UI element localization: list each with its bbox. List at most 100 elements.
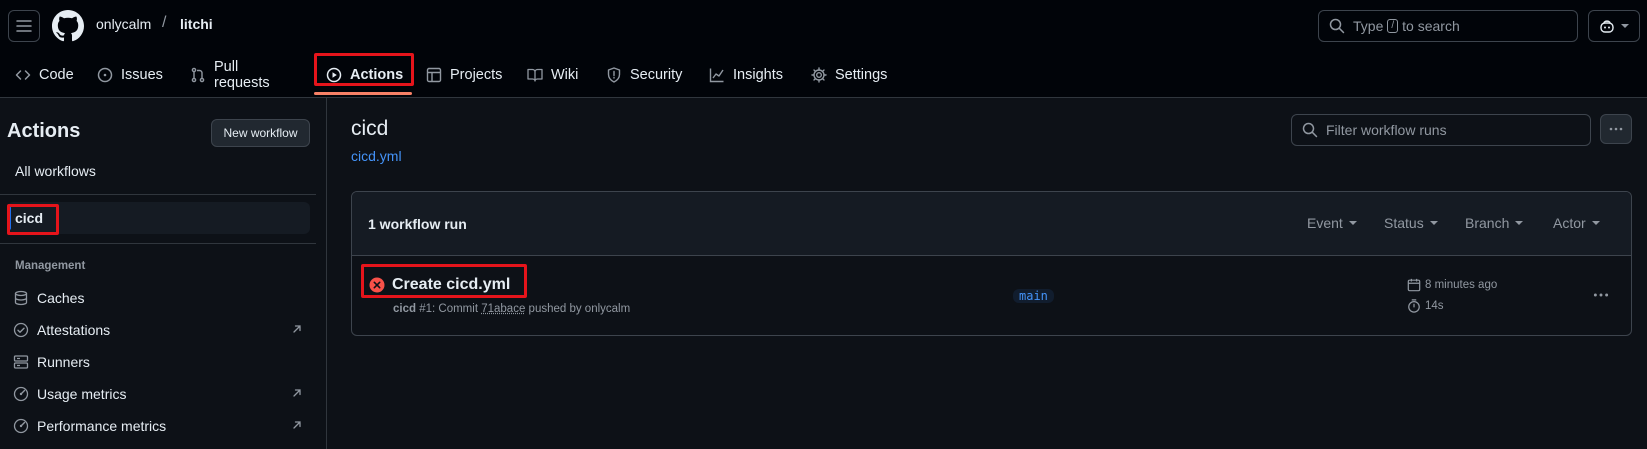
status-filter[interactable]: Status [1384, 215, 1438, 231]
run-number: #1 [419, 303, 433, 315]
new-workflow-button[interactable]: New workflow [211, 119, 310, 147]
external-link-icon [293, 325, 301, 333]
external-link-icon [293, 389, 301, 397]
breadcrumb-owner[interactable]: onlycalm [96, 16, 151, 32]
sidebar-item-attestations-label: Attestations [37, 322, 111, 338]
meter-icon [13, 418, 29, 434]
chevron-down-icon [1621, 24, 1629, 28]
tab-projects[interactable]: Projects [426, 52, 502, 98]
verified-icon [13, 322, 29, 338]
tab-insights-label: Insights [733, 67, 783, 83]
sidebar-title: Actions [7, 120, 81, 142]
active-tab-indicator [314, 92, 412, 95]
sidebar-item-usage-metrics[interactable]: Usage metrics [13, 382, 303, 406]
calendar-icon [1407, 278, 1421, 292]
status-filter-label: Status [1384, 215, 1424, 231]
search-icon [1329, 18, 1345, 34]
sidebar-item-caches-label: Caches [37, 290, 85, 306]
tab-issues[interactable]: Issues [97, 52, 163, 98]
breadcrumb-repo[interactable]: litchi [180, 16, 213, 32]
run-time-label: 8 minutes ago [1425, 279, 1498, 291]
tab-wiki[interactable]: Wiki [527, 52, 578, 98]
event-filter-label: Event [1307, 215, 1343, 231]
sidebar-divider [0, 243, 316, 244]
search-icon [1302, 122, 1318, 138]
sidebar-divider [0, 194, 316, 195]
copilot-button[interactable] [1588, 10, 1640, 42]
tab-security-label: Security [630, 67, 683, 83]
run-duration-label: 14s [1425, 300, 1444, 312]
repo-header: onlycalm / litchi Type / to search Code … [0, 0, 1647, 98]
run-title-link[interactable]: Create cicd.yml [392, 276, 510, 294]
sidebar-item-usage-metrics-label: Usage metrics [37, 386, 127, 402]
commit-sha-link[interactable]: 71abace [481, 303, 525, 315]
sidebar-item-runners[interactable]: Runners [13, 350, 303, 374]
tab-code[interactable]: Code [15, 52, 74, 98]
kebab-horizontal-icon [1609, 127, 1623, 131]
kebab-horizontal-icon[interactable] [1592, 286, 1610, 304]
tab-insights[interactable]: Insights [709, 52, 783, 98]
workflow-file-link[interactable]: cicd.yml [351, 148, 402, 164]
table-icon [426, 67, 442, 83]
sidebar-item-runners-label: Runners [37, 354, 90, 370]
failure-x-circle-icon [369, 277, 385, 293]
run-commit-text: : Commit [432, 303, 479, 315]
database-icon [14, 290, 28, 306]
runs-count: 1 workflow run [368, 216, 467, 232]
actor-filter[interactable]: Actor [1553, 215, 1600, 231]
branch-badge[interactable]: main [1013, 289, 1054, 303]
run-workflow-name: cicd [393, 303, 417, 315]
chevron-down-icon [1591, 221, 1600, 225]
sidebar-item-cicd-label: cicd [15, 210, 44, 226]
hamburger-icon [16, 20, 32, 32]
menu-button[interactable] [8, 10, 40, 42]
stopwatch-icon [1408, 299, 1420, 313]
copilot-icon [1600, 20, 1614, 33]
workflow-runs-list: 1 workflow run Event Status Branch Actor… [351, 191, 1632, 336]
search-prefix: Type [1353, 18, 1384, 34]
server-icon [13, 355, 29, 369]
workflow-run-row[interactable]: Create cicd.yml cicd #1: Commit 71abace … [352, 256, 1631, 335]
chevron-down-icon [1348, 221, 1357, 225]
workflow-title: cicd [351, 117, 389, 140]
branch-filter-label: Branch [1465, 215, 1510, 231]
breadcrumb-separator: / [162, 14, 167, 31]
issue-icon [97, 67, 113, 83]
sidebar-item-cicd[interactable]: cicd [7, 202, 310, 234]
chevron-down-icon [1515, 221, 1524, 225]
tab-wiki-label: Wiki [551, 67, 579, 83]
tab-security[interactable]: Security [606, 52, 682, 98]
search-shortcut-key: / [1387, 19, 1399, 33]
pull-request-icon [191, 67, 205, 83]
tab-pull-requests-label: Pull requests [214, 59, 270, 91]
code-icon [15, 70, 31, 80]
filter-workflow-runs-input[interactable]: Filter workflow runs [1291, 114, 1591, 146]
sidebar-item-caches[interactable]: Caches [13, 286, 303, 310]
event-filter[interactable]: Event [1307, 215, 1357, 231]
sidebar-item-attestations[interactable]: Attestations [13, 318, 303, 342]
chevron-down-icon [1429, 221, 1438, 225]
sidebar-item-performance-metrics[interactable]: Performance metrics [13, 414, 303, 438]
selected-indicator [7, 206, 11, 230]
external-link-icon [293, 421, 301, 429]
sidebar-item-all-workflows[interactable]: All workflows [15, 163, 96, 179]
tab-settings[interactable]: Settings [811, 52, 887, 98]
github-logo-icon[interactable] [52, 10, 84, 42]
workflow-options-button[interactable] [1600, 114, 1632, 144]
sidebar-item-performance-metrics-label: Performance metrics [37, 418, 167, 434]
run-details: cicd #1: Commit 71abace pushed by onlyca… [393, 303, 630, 315]
tab-actions-label: Actions [350, 67, 404, 83]
search-input[interactable]: Type / to search [1318, 10, 1578, 42]
run-duration: 14s [1407, 299, 1444, 313]
search-suffix: to search [1402, 18, 1460, 34]
shield-icon [607, 67, 621, 83]
tab-code-label: Code [39, 67, 74, 83]
tab-issues-label: Issues [121, 67, 163, 83]
graph-icon [709, 68, 724, 83]
meter-icon [13, 386, 29, 402]
run-pushed-by: pushed by onlycalm [528, 303, 631, 315]
tab-settings-label: Settings [835, 67, 888, 83]
runs-list-header: 1 workflow run Event Status Branch Actor [352, 192, 1631, 256]
tab-pull-requests[interactable]: Pull requests [190, 52, 270, 98]
branch-filter[interactable]: Branch [1465, 215, 1524, 231]
